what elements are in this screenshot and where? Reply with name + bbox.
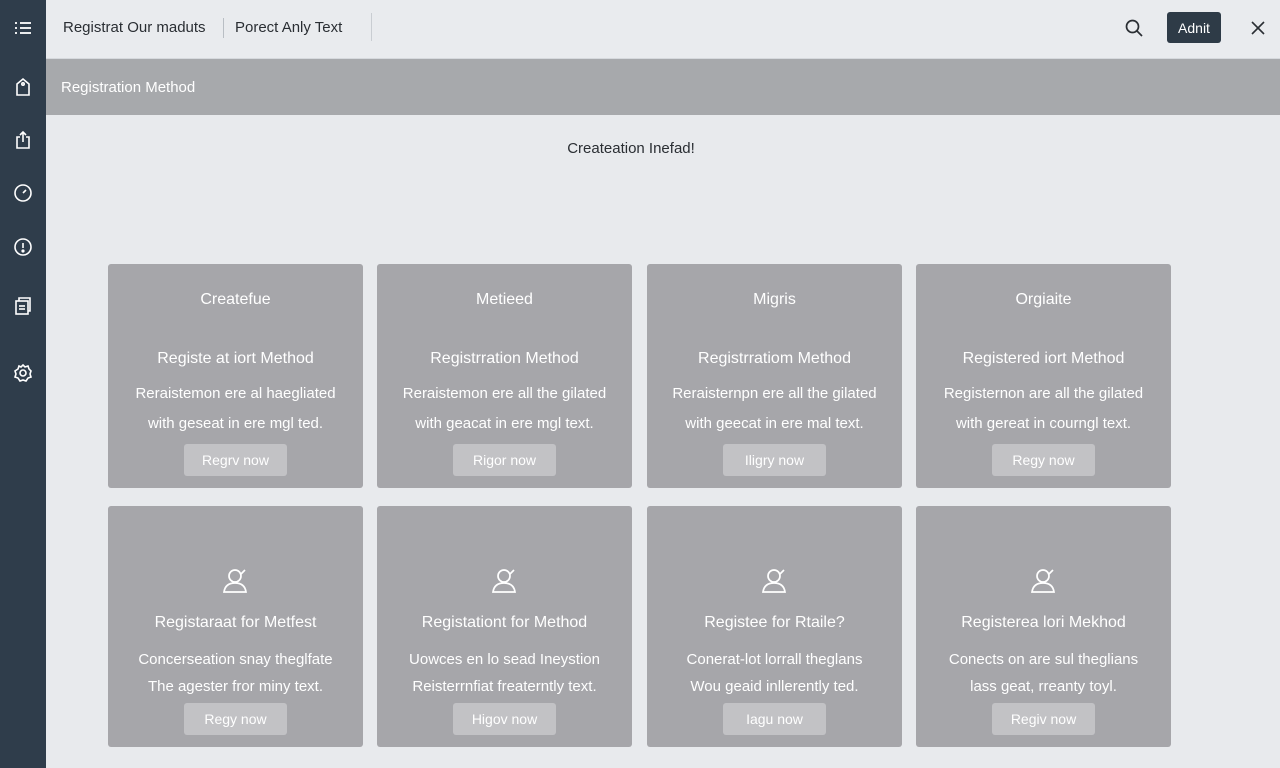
card-title: Registered iort Method <box>962 350 1125 367</box>
card-description-line: Reraisternpn ere all the gilated <box>672 385 877 402</box>
user-icon <box>916 564 1171 598</box>
registration-card: Migris Registrratiom Method Reraisternpn… <box>647 264 902 488</box>
user-icon <box>377 564 632 598</box>
card-top-label: Createfue <box>200 291 271 308</box>
register-now-button[interactable]: Regy now <box>184 703 287 735</box>
section-bar: Registration Method <box>46 59 1280 115</box>
card-description-line: with geacat in ere mgl text. <box>415 415 594 432</box>
gauge-icon[interactable] <box>8 178 38 208</box>
card-description-line: Conects on are sul theglians <box>948 651 1139 668</box>
app-title: Registrat Our maduts <box>63 19 206 36</box>
registration-card: Registee for Rtaile? Conerat-lot lorrall… <box>647 506 902 747</box>
card-description-line: lass geat, rreanty toyl. <box>970 678 1117 695</box>
card-title: Registerea lori Mekhod <box>961 614 1126 631</box>
card-top-label: Orgiaite <box>1015 291 1072 308</box>
card-title: Registee for Rtaile? <box>704 614 845 631</box>
registration-card: Orgiaite Registered iort Method Register… <box>916 264 1171 488</box>
card-title: Registaraat for Metfest <box>154 614 317 631</box>
export-icon[interactable] <box>8 125 38 155</box>
card-top-label: Migris <box>753 291 796 308</box>
sidebar <box>0 0 46 768</box>
register-now-button[interactable]: Rigor now <box>453 444 556 476</box>
card-description-line: Registernon are all the gilated <box>943 385 1144 402</box>
register-now-button[interactable]: Regy now <box>992 444 1095 476</box>
card-description-line: Reraistemon ere all the gilated <box>402 385 607 402</box>
subtitle-divider <box>371 13 372 41</box>
user-icon <box>647 564 902 598</box>
app-subtitle: Porect Anly Text <box>235 19 343 36</box>
menu-icon[interactable] <box>8 13 38 43</box>
admin-button[interactable]: Adnit <box>1167 12 1221 43</box>
close-icon[interactable] <box>1246 16 1270 40</box>
settings-icon[interactable] <box>8 358 38 388</box>
card-description-line: with geecat in ere mal text. <box>685 415 864 432</box>
register-now-button[interactable]: Regiv now <box>992 703 1095 735</box>
card-description-line: Reisterrnfiat freaterntly text. <box>412 678 597 695</box>
info-icon[interactable] <box>8 232 38 262</box>
card-description-line: The agester fror miny text. <box>147 678 324 695</box>
register-now-button[interactable]: Iligry now <box>723 444 826 476</box>
search-icon[interactable] <box>1122 15 1146 41</box>
registration-card: Registationt for Method Uowces en lo sea… <box>377 506 632 747</box>
registration-card: Registaraat for Metfest Concerseation sn… <box>108 506 363 747</box>
tag-icon[interactable] <box>8 72 38 102</box>
title-divider <box>223 18 224 38</box>
top-bar: Registrat Our maduts Porect Anly Text Ad… <box>46 0 1280 59</box>
card-description-line: Uowces en lo sead Ineystion <box>409 651 600 668</box>
registration-card: Metieed Registrration Method Reraistemon… <box>377 264 632 488</box>
register-now-button[interactable]: Higov now <box>453 703 556 735</box>
card-description-line: with gereat in courngl text. <box>955 415 1132 432</box>
user-icon <box>108 564 363 598</box>
card-description-line: with geseat in ere mgl ted. <box>147 415 324 432</box>
card-description-line: Wou geaid inllerently ted. <box>690 678 859 695</box>
registration-card: Createfue Registe at iort Method Reraist… <box>108 264 363 488</box>
card-title: Registationt for Method <box>421 614 588 631</box>
register-now-button[interactable]: Iagu now <box>723 703 826 735</box>
documents-icon[interactable] <box>8 291 38 321</box>
register-now-button[interactable]: Regrv now <box>184 444 287 476</box>
card-description-line: Reraistemon ere al haegliated <box>135 385 336 402</box>
card-top-label: Metieed <box>476 291 533 308</box>
main-heading: Createation Inefad! <box>567 140 695 157</box>
card-description-line: Conerat-lot lorrall theglans <box>686 651 863 668</box>
card-description-line: Concerseation snay theglfate <box>138 651 333 668</box>
registration-card: Registerea lori Mekhod Conects on are su… <box>916 506 1171 747</box>
card-title: Registrratiom Method <box>698 350 851 367</box>
card-title: Registe at iort Method <box>157 350 314 367</box>
card-title: Registrration Method <box>430 350 579 367</box>
section-title: Registration Method <box>61 79 196 96</box>
